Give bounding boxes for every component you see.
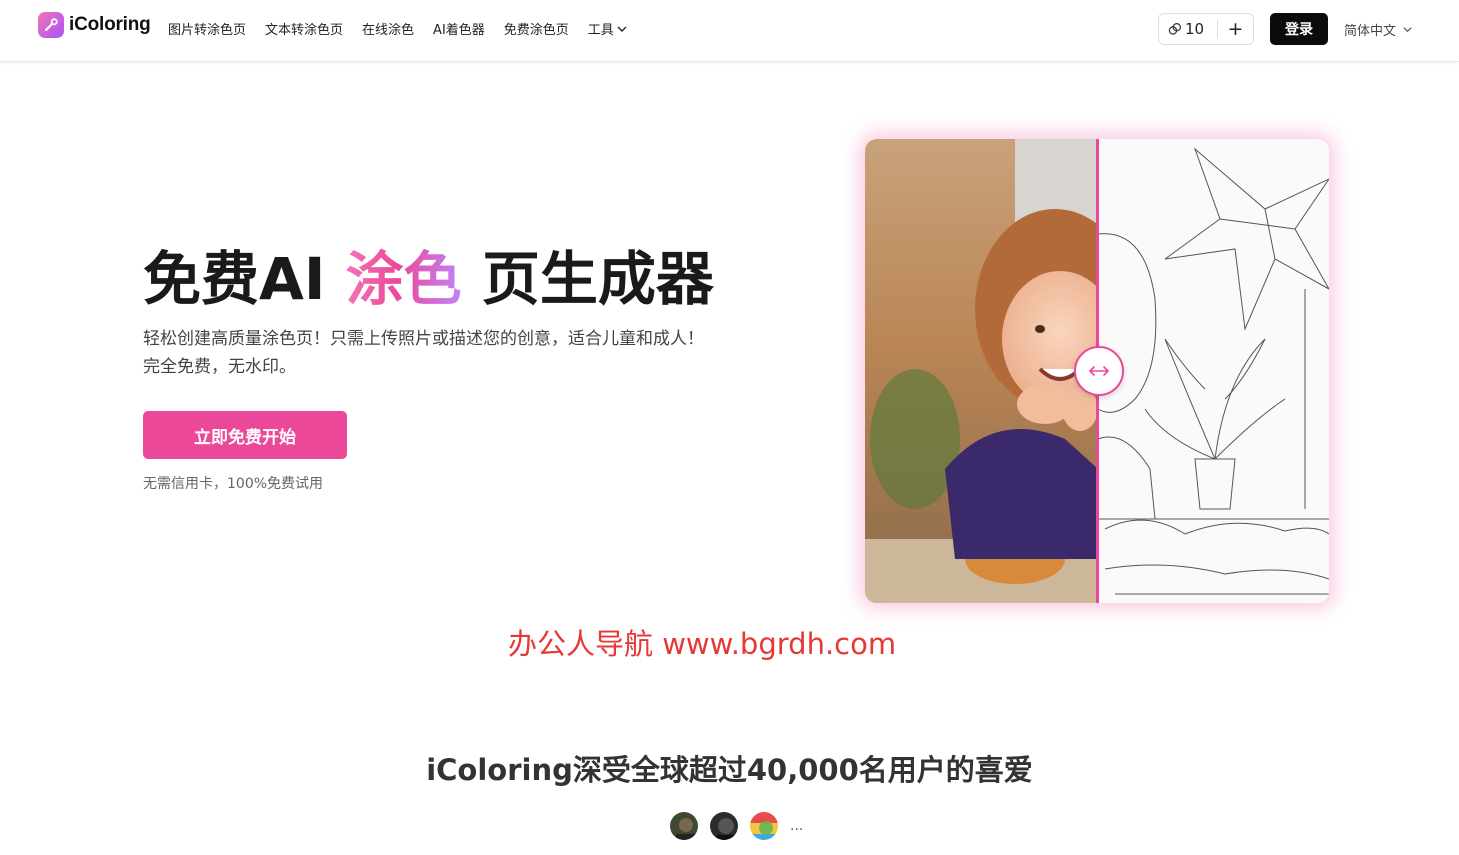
credits-count: 10 (1185, 20, 1205, 38)
credits-balance[interactable]: 10 (1159, 20, 1217, 38)
login-button[interactable]: 登录 (1270, 13, 1328, 45)
nav-free-coloring-pages[interactable]: 免费涂色页 (504, 19, 569, 38)
start-free-button[interactable]: 立即免费开始 (143, 411, 347, 459)
brush-icon (38, 12, 64, 38)
hero-title-prefix: 免费AI (143, 245, 346, 313)
site-watermark: 办公人导航 www.bgrdh.com (508, 627, 897, 661)
compare-slider-handle[interactable] (1074, 346, 1124, 396)
hero-subtitle: 轻松创建高质量涂色页！只需上传照片或描述您的创意，适合儿童和成人！完全免费，无水… (143, 329, 704, 377)
double-arrow-icon (1089, 366, 1109, 376)
social-proof-title: iColoring深受全球超过40,000名用户的喜爱 (426, 753, 1033, 787)
nav-ai-colorizer[interactable]: AI着色器 (433, 19, 485, 38)
chevron-down-icon (617, 26, 627, 32)
brand-logo[interactable]: iColoring (38, 12, 151, 38)
credits-widget: 10 + (1158, 13, 1254, 45)
nav-online-coloring[interactable]: 在线涂色 (362, 19, 414, 38)
add-credits-button[interactable]: + (1218, 19, 1253, 39)
language-label: 简体中文 (1344, 24, 1397, 39)
coloring-page-output (1097, 139, 1329, 603)
nav-tools-label: 工具 (587, 23, 614, 38)
main-nav: 图片转涂色页 文本转涂色页 在线涂色 AI着色器 免费涂色页 工具 (168, 19, 628, 38)
user-avatar (708, 810, 740, 842)
brand-name: iColoring (69, 14, 151, 35)
user-avatar-group: ... (668, 810, 803, 842)
nav-tools-dropdown[interactable]: 工具 (588, 19, 628, 38)
chevron-down-icon (1403, 27, 1412, 33)
more-users-indicator: ... (790, 818, 804, 834)
hero-title-accent: 涂色 (345, 245, 462, 313)
top-navbar: iColoring 图片转涂色页 文本转涂色页 在线涂色 AI着色器 免费涂色页… (0, 0, 1459, 62)
free-trial-note: 无需信用卡，100%免费试用 (143, 476, 324, 492)
user-avatar (748, 810, 780, 842)
user-avatar (668, 810, 700, 842)
coins-icon (1168, 22, 1182, 35)
hero-title-suffix: 页生成器 (461, 245, 714, 313)
nav-text-to-coloring[interactable]: 文本转涂色页 (265, 19, 343, 38)
hero-title: 免费AI 涂色 页生成器 (143, 243, 714, 315)
nav-image-to-coloring[interactable]: 图片转涂色页 (168, 19, 246, 38)
language-selector[interactable]: 简体中文 (1344, 20, 1413, 39)
